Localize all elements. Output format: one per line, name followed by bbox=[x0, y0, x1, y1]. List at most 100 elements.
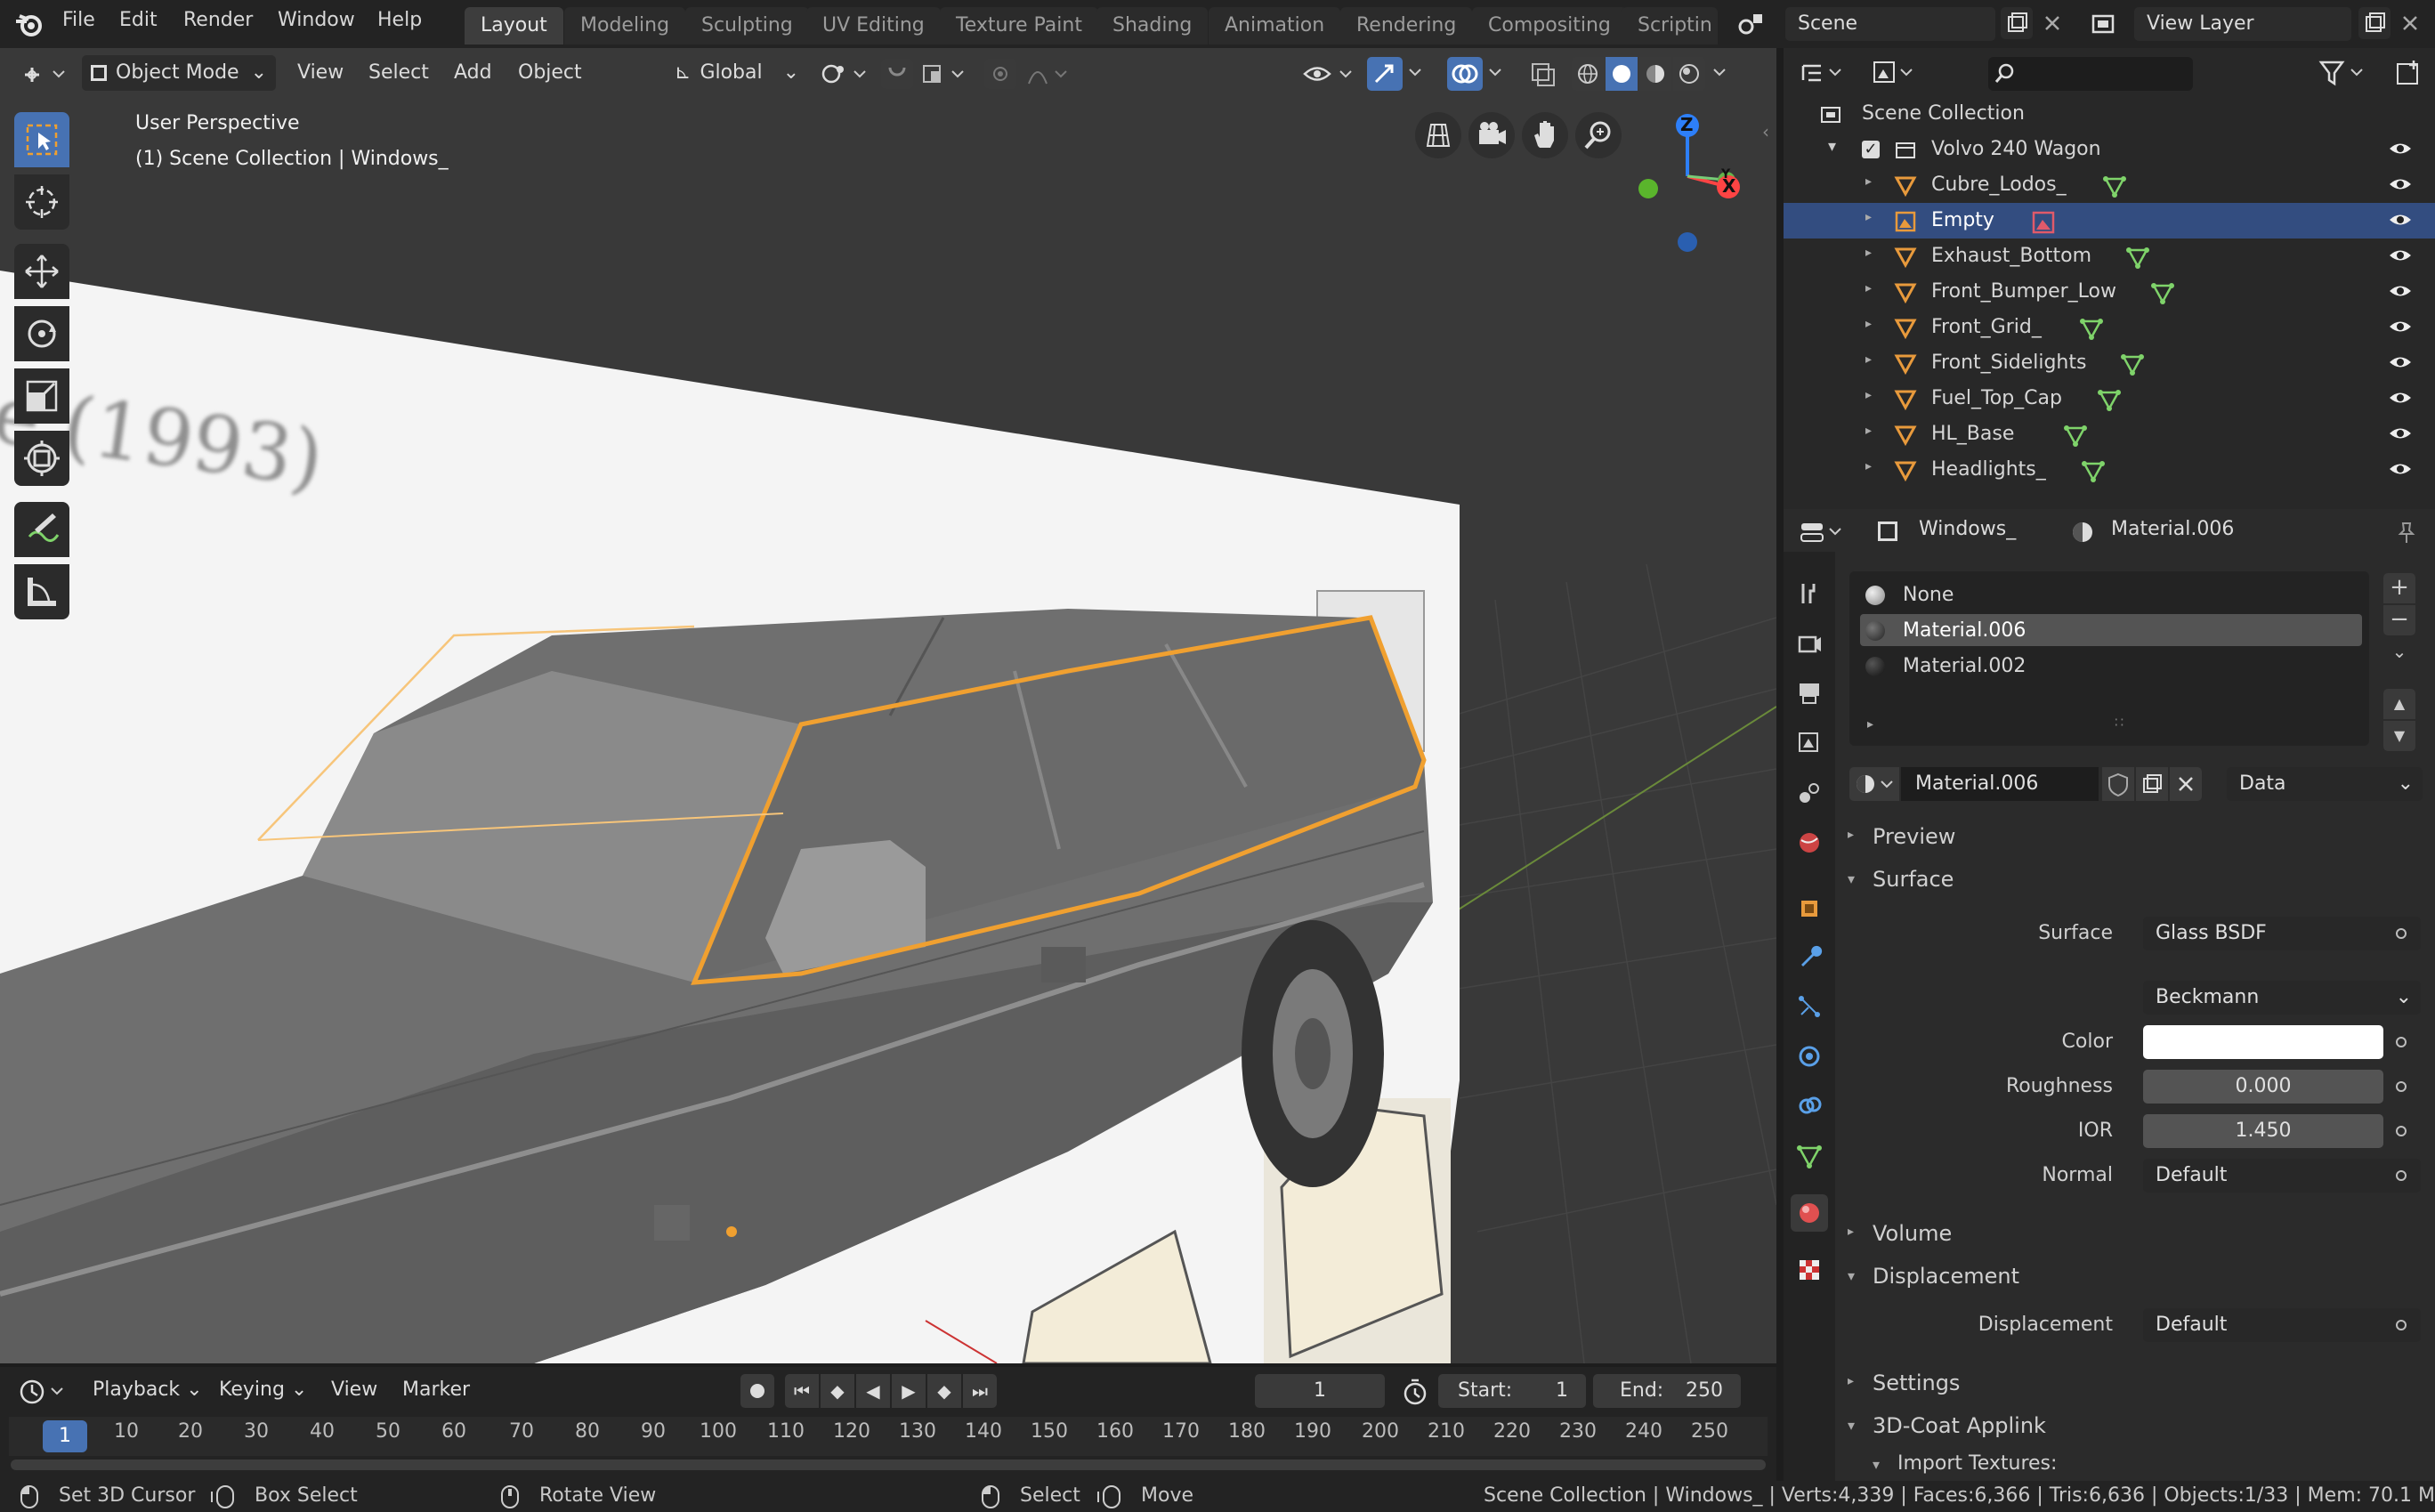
section-arrow-icon[interactable]: ▸ bbox=[1848, 828, 1854, 842]
expand-arrow-icon[interactable]: ▸ bbox=[1865, 210, 1872, 224]
gizmo-dropdown-icon[interactable] bbox=[1406, 66, 1424, 78]
expand-arrow-icon[interactable]: ▸ bbox=[1865, 246, 1872, 260]
tab-object[interactable] bbox=[1791, 890, 1828, 927]
menu-file[interactable]: File bbox=[62, 9, 95, 31]
section-arrow-icon[interactable]: ▾ bbox=[1848, 870, 1855, 887]
eye-icon[interactable] bbox=[2389, 212, 2412, 228]
outliner-search-input[interactable] bbox=[1988, 57, 2193, 91]
section-displacement[interactable]: Displacement bbox=[1873, 1264, 2019, 1289]
tab-output[interactable] bbox=[1791, 675, 1828, 712]
checkbox-icon[interactable]: ✓ bbox=[1862, 141, 1880, 158]
jump-end-button[interactable]: ⏭ bbox=[963, 1374, 997, 1408]
mesh-data-icon[interactable] bbox=[2150, 281, 2175, 306]
slot-specials-icon[interactable]: ⌄ bbox=[2383, 641, 2415, 671]
tool-annotate[interactable] bbox=[14, 502, 69, 557]
menu-render[interactable]: Render bbox=[183, 9, 253, 31]
section-arrow-icon[interactable]: ▾ bbox=[1848, 1267, 1855, 1284]
move-slot-down-icon[interactable]: ▼ bbox=[2383, 721, 2415, 751]
delete-view-layer-icon[interactable] bbox=[2394, 7, 2426, 39]
section-surface[interactable]: Surface bbox=[1873, 867, 1954, 892]
filter-icon[interactable] bbox=[2318, 57, 2371, 89]
overlay-toggle-icon[interactable] bbox=[1447, 57, 1483, 91]
current-frame-field[interactable]: 1 bbox=[1255, 1374, 1385, 1408]
material-name-field[interactable]: Material.006 bbox=[1901, 767, 2099, 801]
material-slot-none[interactable]: None bbox=[1860, 578, 2362, 610]
tab-animation[interactable]: Animation bbox=[1209, 7, 1341, 44]
color-swatch[interactable] bbox=[2143, 1025, 2383, 1059]
expand-arrow-icon[interactable]: ▸ bbox=[1865, 317, 1872, 331]
tab-texture[interactable] bbox=[1791, 1251, 1828, 1289]
fake-user-icon[interactable] bbox=[2102, 767, 2134, 801]
visibility-icon[interactable] bbox=[1301, 59, 1356, 89]
start-frame-field[interactable]: Start: 1 bbox=[1438, 1374, 1586, 1408]
outliner-row-object[interactable]: ▸ Front_Bumper_Low bbox=[1784, 274, 2435, 310]
pin-icon[interactable] bbox=[2394, 520, 2419, 545]
section-settings[interactable]: Settings bbox=[1873, 1371, 1960, 1395]
normal-field[interactable]: Default bbox=[2143, 1159, 2421, 1193]
pivot-icon[interactable] bbox=[819, 61, 870, 87]
sidebar-toggle-icon[interactable]: ‹ bbox=[1762, 121, 1769, 142]
section-arrow-icon[interactable]: ▸ bbox=[1848, 1374, 1854, 1388]
expand-arrow-icon[interactable]: ▾ bbox=[1828, 137, 1836, 156]
falloff-icon[interactable] bbox=[1023, 59, 1073, 89]
eye-icon[interactable] bbox=[2389, 319, 2412, 335]
distribution-dropdown[interactable]: Beckmann ⌄ bbox=[2143, 981, 2421, 1015]
tab-modifiers[interactable] bbox=[1791, 938, 1828, 975]
tool-rotate[interactable] bbox=[14, 306, 69, 361]
tab-sculpting[interactable]: Sculpting bbox=[685, 7, 809, 44]
tab-constraints[interactable] bbox=[1791, 1088, 1828, 1125]
duplicate-material-icon[interactable] bbox=[2136, 767, 2168, 801]
link-socket-icon[interactable] bbox=[2396, 1081, 2407, 1092]
tab-particles[interactable] bbox=[1791, 988, 1828, 1025]
eye-icon[interactable] bbox=[2389, 141, 2412, 157]
prev-keyframe-button[interactable]: ◆ bbox=[821, 1374, 854, 1408]
new-collection-icon[interactable] bbox=[2392, 57, 2424, 89]
tool-cursor[interactable] bbox=[14, 174, 69, 230]
tab-world[interactable] bbox=[1791, 824, 1828, 861]
outliner-row-empty[interactable]: ▸ Empty bbox=[1784, 203, 2435, 239]
mesh-data-icon[interactable] bbox=[2102, 174, 2127, 199]
remove-slot-button[interactable]: − bbox=[2383, 605, 2415, 635]
tab-scripting[interactable]: Scriptin bbox=[1622, 7, 1718, 44]
eye-icon[interactable] bbox=[2389, 354, 2412, 370]
shading-material-icon[interactable] bbox=[1639, 57, 1671, 91]
tab-material[interactable] bbox=[1791, 1194, 1828, 1232]
display-mode-icon[interactable] bbox=[1869, 57, 1921, 89]
mesh-data-icon[interactable] bbox=[2079, 317, 2104, 342]
outliner-row-object[interactable]: ▸ Headlights_ bbox=[1784, 452, 2435, 488]
timeline-view-menu[interactable]: View bbox=[322, 1372, 386, 1408]
section-preview[interactable]: Preview bbox=[1873, 824, 1955, 849]
shading-solid-icon[interactable] bbox=[1606, 57, 1638, 91]
shading-rendered-icon[interactable] bbox=[1673, 57, 1705, 91]
resize-handle-icon[interactable]: ∷ bbox=[2115, 714, 2124, 731]
menu-select[interactable]: Select bbox=[360, 55, 438, 91]
expand-arrow-icon[interactable]: ▸ bbox=[1865, 281, 1872, 295]
play-button[interactable]: ▶ bbox=[892, 1374, 926, 1408]
toggle-grid-view-icon[interactable] bbox=[1415, 112, 1461, 158]
outliner-editor-type-icon[interactable] bbox=[1798, 57, 1849, 89]
eye-icon[interactable] bbox=[2389, 176, 2412, 192]
gizmo-toggle-icon[interactable] bbox=[1367, 57, 1403, 91]
transform-orientation-dropdown[interactable]: ⊾ Global ⌄ bbox=[666, 55, 806, 91]
section-arrow-icon[interactable]: ▸ bbox=[1848, 1225, 1854, 1239]
scene-name-field[interactable]: Scene bbox=[1785, 7, 1995, 41]
move-slot-up-icon[interactable]: ▲ bbox=[2383, 689, 2415, 719]
snap-target-icon[interactable] bbox=[920, 61, 972, 87]
roughness-field[interactable]: 0.000 bbox=[2143, 1070, 2383, 1104]
section-import-textures[interactable]: Import Textures: bbox=[1897, 1452, 2057, 1475]
menu-help[interactable]: Help bbox=[377, 9, 422, 31]
mesh-data-icon[interactable] bbox=[2120, 352, 2145, 377]
3d-viewport[interactable]: e (1993) bbox=[0, 48, 1776, 1363]
tab-object-data[interactable] bbox=[1791, 1137, 1828, 1175]
next-keyframe-button[interactable]: ◆ bbox=[927, 1374, 961, 1408]
menu-window[interactable]: Window bbox=[278, 9, 355, 31]
tab-render[interactable] bbox=[1791, 625, 1828, 662]
record-button[interactable] bbox=[740, 1374, 774, 1408]
tab-scene[interactable] bbox=[1791, 774, 1828, 812]
section-3d-coat-applink[interactable]: 3D-Coat Applink bbox=[1873, 1413, 2046, 1438]
object-mode-dropdown[interactable]: Object Mode ⌄ bbox=[82, 55, 276, 91]
eye-icon[interactable] bbox=[2389, 390, 2412, 406]
jump-start-button[interactable]: ⏮ bbox=[785, 1374, 819, 1408]
tab-layout[interactable]: Layout bbox=[465, 7, 563, 44]
tab-modeling[interactable]: Modeling bbox=[564, 7, 686, 44]
